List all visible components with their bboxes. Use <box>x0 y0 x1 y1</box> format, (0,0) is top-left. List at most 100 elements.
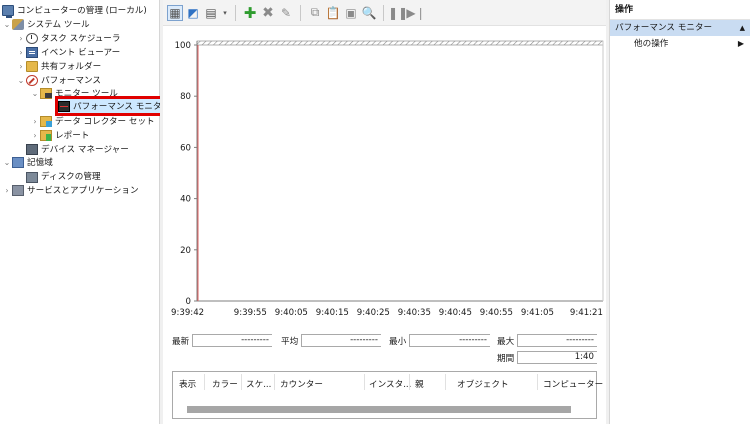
duration-label: 期間 <box>497 354 515 364</box>
tree-item-reports[interactable]: › レポート <box>30 128 89 142</box>
y-tick-label: 100 <box>175 41 191 51</box>
tree-item-label: ディスクの管理 <box>41 172 101 182</box>
highlight-icon[interactable]: ✎ <box>278 5 294 21</box>
tree-item-label: データ コレクター セット <box>55 117 155 127</box>
device-manager-icon <box>26 143 38 155</box>
column-header-object[interactable]: オブジェクト <box>457 378 509 390</box>
column-header-scale[interactable]: スケ... <box>246 378 271 390</box>
actions-section-performance-monitor[interactable]: パフォーマンス モニター ▲ <box>610 20 750 36</box>
performance-graph[interactable]: 100 80 60 40 20 0 9:39:42 9:39:55 9:40:05 9:40:1… <box>163 27 606 327</box>
actions-section-label: パフォーマンス モニター <box>615 23 713 33</box>
chevron-down-icon[interactable]: ⌄ <box>16 76 26 85</box>
paste-counter-list-icon[interactable]: 📋 <box>325 5 341 21</box>
change-graph-type-icon[interactable]: ▤ <box>203 5 219 21</box>
tree-item-event-viewer[interactable]: › イベント ビューアー <box>16 45 120 59</box>
chevron-right-icon[interactable]: › <box>16 48 26 57</box>
chevron-right-icon[interactable]: › <box>16 34 26 43</box>
y-tick-label: 80 <box>180 92 191 102</box>
tree-item-data-collector-sets[interactable]: › データ コレクター セット <box>30 114 155 128</box>
tree-item-computer-management[interactable]: コンピューターの管理 (ローカル) <box>2 3 147 18</box>
x-tick-label: 9:41:05 <box>521 308 554 318</box>
copy-properties-icon[interactable]: ⧉ <box>307 5 323 21</box>
x-tick-label: 9:40:45 <box>439 308 472 318</box>
min-label: 最小 <box>389 337 407 347</box>
toolbar: ▦ ◩ ▤ ▾ ✚ ✖ ✎ ⧉ 📋 ▣ 🔍 ❚❚ ▶❘ <box>163 0 606 26</box>
average-label: 平均 <box>281 337 299 347</box>
tree-item-services-apps[interactable]: › サービスとアプリケーション <box>2 183 139 197</box>
tree-item-disk-management[interactable]: ディスクの管理 <box>26 169 101 183</box>
x-tick-label: 9:39:55 <box>234 308 267 318</box>
column-header-computer[interactable]: コンピューター <box>543 378 603 390</box>
column-separator[interactable] <box>274 374 275 390</box>
column-header-color[interactable]: カラー <box>212 378 238 390</box>
clock-icon <box>26 32 38 44</box>
pause-icon[interactable]: ❚❚ <box>388 5 408 21</box>
storage-icon <box>12 156 24 168</box>
chevron-right-icon[interactable]: › <box>2 186 12 195</box>
tree-item-label: システム ツール <box>27 20 90 30</box>
column-separator[interactable] <box>409 374 410 390</box>
data-collector-icon <box>40 115 52 127</box>
zoom-icon[interactable]: 🔍 <box>361 5 377 21</box>
properties-icon[interactable]: ▣ <box>343 5 359 21</box>
chevron-down-icon[interactable]: ⌄ <box>30 89 40 98</box>
column-header-instance[interactable]: インスタ... <box>369 378 411 390</box>
column-header-parent[interactable]: 親 <box>415 378 424 390</box>
services-icon <box>12 184 24 196</box>
y-tick-label: 20 <box>180 246 191 256</box>
tree-item-label: 共有フォルダー <box>41 62 102 72</box>
tree-item-performance-monitor[interactable]: パフォーマンス モニター <box>54 96 177 116</box>
counter-list[interactable]: 表示 カラー スケ... カウンター インスタ... 親 オブジェクト コンピュ… <box>172 371 603 419</box>
chevron-down-icon[interactable]: ⌄ <box>2 158 12 167</box>
tree-item-label: レポート <box>55 131 90 141</box>
tree-item-label: コンピューターの管理 (ローカル) <box>17 6 147 16</box>
column-header-counter[interactable]: カウンター <box>280 378 323 390</box>
x-tick-label: 9:40:25 <box>357 308 390 318</box>
tree-item-task-scheduler[interactable]: › タスク スケジューラ <box>16 31 120 45</box>
x-tick-label: 9:40:35 <box>398 308 431 318</box>
max-value: --------- <box>517 334 597 347</box>
tree-item-monitor-tools[interactable]: ⌄ モニター ツール <box>30 86 118 100</box>
chevron-right-icon[interactable]: › <box>16 62 26 71</box>
freeze-display-icon[interactable]: ◩ <box>185 5 201 21</box>
y-tick-label: 40 <box>180 195 191 205</box>
folder-open-icon <box>40 87 52 99</box>
horizontal-scrollbar[interactable] <box>187 406 571 413</box>
average-value: --------- <box>301 334 381 347</box>
x-axis: 9:39:42 9:39:55 9:40:05 9:40:15 9:40:25 9:40:… <box>171 308 603 318</box>
actions-pane: 操作 パフォーマンス モニター ▲ 他の操作 ▶ <box>609 0 750 424</box>
tree-item-device-manager[interactable]: デバイス マネージャー <box>26 142 129 156</box>
chevron-down-icon[interactable]: ⌄ <box>2 20 12 29</box>
next-frame-icon[interactable]: ▶❘ <box>406 5 425 21</box>
tree-item-label: イベント ビューアー <box>41 48 121 58</box>
performance-icon <box>26 74 38 86</box>
toolbar-separator <box>383 4 384 21</box>
latest-value: --------- <box>192 334 272 347</box>
tree-item-shared-folders[interactable]: › 共有フォルダー <box>16 59 101 73</box>
more-actions-item[interactable]: 他の操作 ▶ <box>610 36 750 52</box>
chevron-down-icon[interactable]: ▾ <box>221 5 229 21</box>
collapse-triangle-icon[interactable]: ▲ <box>740 20 745 36</box>
tree-item-label: モニター ツール <box>55 89 118 99</box>
tree-item-storage[interactable]: ⌄ 記憶域 <box>2 155 53 169</box>
delete-counter-icon[interactable]: ✖ <box>260 5 276 21</box>
column-separator[interactable] <box>241 374 242 390</box>
tree-item-performance[interactable]: ⌄ パフォーマンス <box>16 73 101 87</box>
column-header-show[interactable]: 表示 <box>179 378 196 390</box>
column-separator[interactable] <box>537 374 538 390</box>
computer-management-icon <box>2 4 14 18</box>
add-counter-icon[interactable]: ✚ <box>242 4 258 22</box>
tree-item-label: タスク スケジューラ <box>41 34 121 44</box>
column-separator[interactable] <box>364 374 365 390</box>
latest-label: 最新 <box>172 337 190 347</box>
tree-item-label: パフォーマンス <box>41 76 101 86</box>
shared-folder-icon <box>26 60 38 72</box>
more-actions-label: 他の操作 <box>634 39 669 49</box>
column-separator[interactable] <box>445 374 446 390</box>
column-separator[interactable] <box>204 374 205 390</box>
view-graph-icon[interactable]: ▦ <box>167 4 183 21</box>
tree-item-system-tools[interactable]: ⌄ システム ツール <box>2 17 90 31</box>
navigation-tree: コンピューターの管理 (ローカル) ⌄ システム ツール › タスク スケジュー… <box>0 0 177 424</box>
chevron-right-icon[interactable]: › <box>30 117 40 126</box>
chevron-right-icon[interactable]: › <box>30 131 40 140</box>
